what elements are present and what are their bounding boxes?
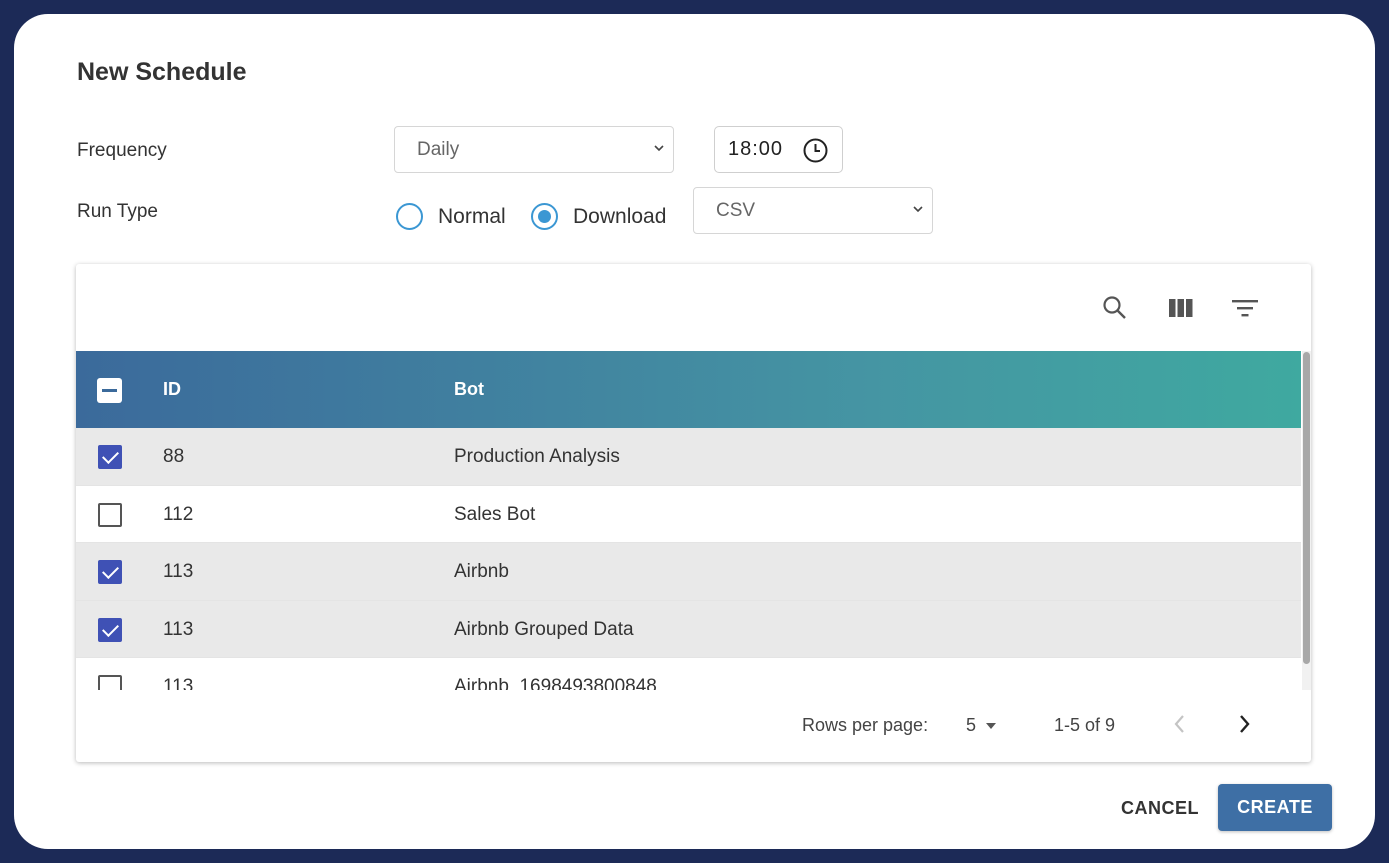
cell-bot: Airbnb bbox=[454, 561, 509, 582]
rows-per-page-label: Rows per page: bbox=[802, 715, 929, 735]
chevron-left-icon[interactable] bbox=[1172, 713, 1188, 735]
pagination-range: 1-5 of 9 bbox=[1054, 715, 1116, 735]
cancel-button[interactable]: CANCEL bbox=[1110, 786, 1210, 830]
search-icon[interactable] bbox=[1101, 294, 1129, 322]
frequency-select[interactable]: Daily bbox=[394, 126, 674, 173]
cell-bot: Production Analysis bbox=[454, 446, 620, 467]
filter-list-icon[interactable] bbox=[1231, 294, 1259, 322]
select-all-checkbox[interactable] bbox=[97, 378, 122, 403]
radio-download-circle[interactable] bbox=[531, 203, 558, 230]
scrollbar-thumb[interactable] bbox=[1303, 352, 1310, 664]
rows-per-page-value: 5 bbox=[966, 715, 977, 735]
cell-id: 112 bbox=[163, 503, 194, 525]
column-header-id[interactable]: ID bbox=[163, 379, 181, 400]
row-checkbox[interactable] bbox=[98, 445, 122, 469]
table-row[interactable]: 113 Airbnb_1698493800848 bbox=[76, 658, 1301, 690]
table-row[interactable]: 113 Airbnb bbox=[76, 543, 1301, 601]
frequency-label: Frequency bbox=[77, 140, 167, 161]
time-input[interactable]: 18:00 bbox=[714, 126, 843, 173]
chevron-right-icon[interactable] bbox=[1236, 713, 1252, 735]
radio-normal[interactable]: Normal bbox=[396, 203, 506, 230]
radio-download-label: Download bbox=[573, 204, 667, 228]
frequency-value: Daily bbox=[417, 138, 460, 160]
format-select[interactable]: CSV bbox=[693, 187, 933, 234]
clock-icon[interactable] bbox=[803, 138, 828, 163]
table-row[interactable]: 112 Sales Bot bbox=[76, 486, 1301, 543]
time-value: 18:00 bbox=[728, 138, 784, 160]
cell-id: 113 bbox=[163, 676, 194, 690]
chevron-down-icon bbox=[654, 144, 664, 151]
run-type-label: Run Type bbox=[77, 201, 158, 222]
radio-normal-label: Normal bbox=[438, 204, 506, 228]
bots-table-card: ID Bot 88 Production Analysis 112 Sales … bbox=[76, 264, 1311, 762]
format-value: CSV bbox=[716, 199, 756, 221]
rows-per-page-select[interactable]: 5 bbox=[966, 715, 997, 736]
radio-normal-circle[interactable] bbox=[396, 203, 423, 230]
radio-download[interactable]: Download bbox=[531, 203, 666, 230]
cell-id: 113 bbox=[163, 561, 194, 582]
table-header: ID Bot bbox=[76, 351, 1301, 428]
column-header-bot[interactable]: Bot bbox=[454, 379, 484, 400]
cell-bot: Airbnb Grouped Data bbox=[454, 618, 634, 640]
cell-bot: Sales Bot bbox=[454, 503, 536, 525]
table-body: 88 Production Analysis 112 Sales Bot 113… bbox=[76, 428, 1301, 690]
row-checkbox[interactable] bbox=[98, 617, 122, 642]
view-column-icon[interactable] bbox=[1167, 294, 1195, 322]
row-checkbox[interactable] bbox=[98, 675, 122, 690]
dialog-title: New Schedule bbox=[77, 58, 247, 86]
cell-id: 88 bbox=[163, 446, 185, 467]
cell-bot: Airbnb_1698493800848 bbox=[454, 676, 657, 690]
table-row[interactable]: 88 Production Analysis bbox=[76, 428, 1301, 486]
cell-id: 113 bbox=[163, 618, 194, 640]
row-checkbox[interactable] bbox=[98, 502, 122, 527]
new-schedule-dialog: New Schedule Frequency Daily 18:00 Run T… bbox=[14, 14, 1375, 849]
arrow-drop-down-icon bbox=[986, 722, 997, 729]
create-button[interactable]: CREATE bbox=[1218, 784, 1332, 831]
row-checkbox[interactable] bbox=[98, 560, 122, 584]
chevron-down-icon bbox=[913, 205, 923, 212]
table-row[interactable]: 113 Airbnb Grouped Data bbox=[76, 600, 1301, 658]
